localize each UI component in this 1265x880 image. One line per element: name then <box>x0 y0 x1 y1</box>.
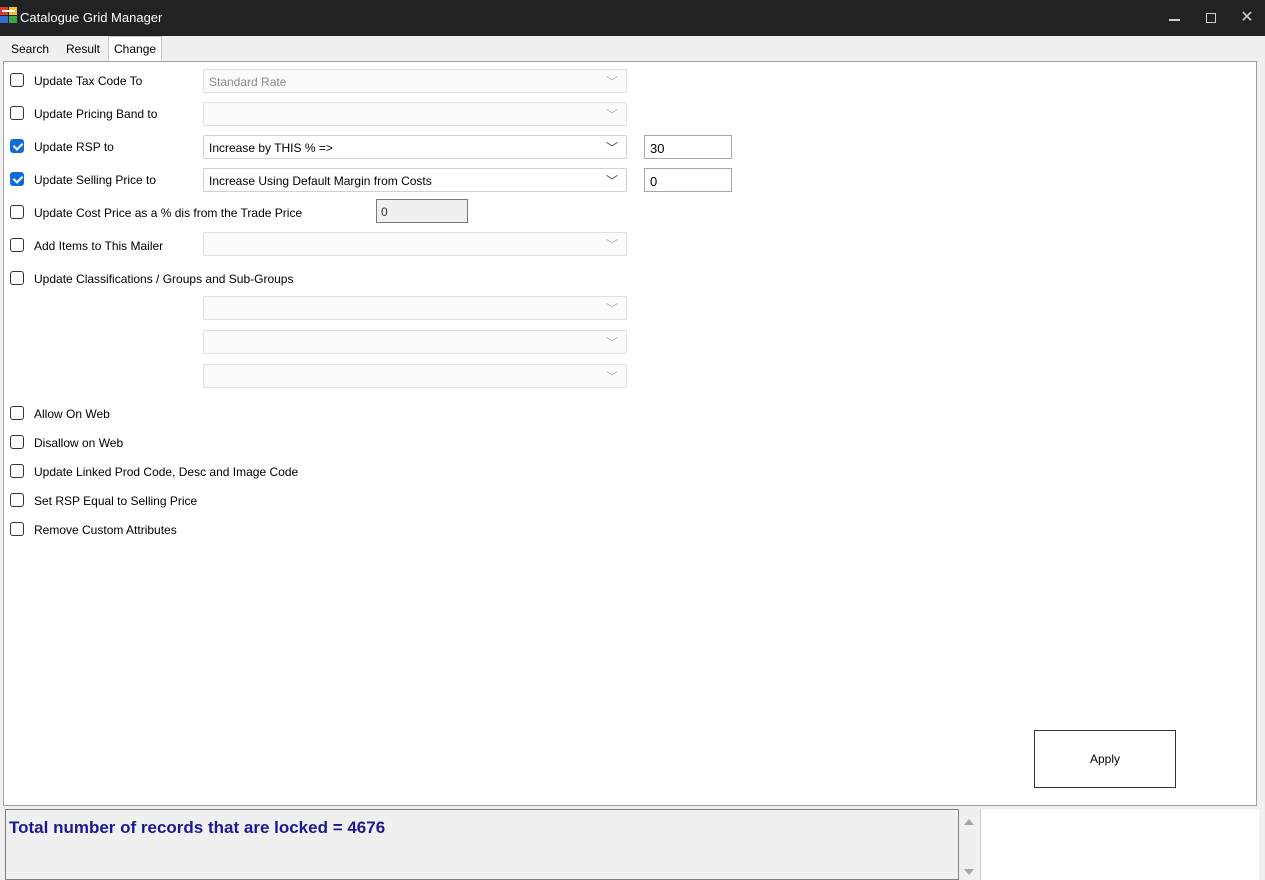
rsp-percent-input[interactable]: 30 <box>644 135 732 159</box>
cost-price-checkbox[interactable] <box>10 205 24 219</box>
tab-result[interactable]: Result <box>61 39 105 61</box>
selling-price-select[interactable]: Increase Using Default Margin from Costs… <box>203 168 627 192</box>
linked-prod-checkbox[interactable] <box>10 464 24 478</box>
chevron-down-icon: ﹀ <box>605 336 618 350</box>
window-title: Catalogue Grid Manager <box>20 10 163 25</box>
maximize-icon <box>1206 13 1216 23</box>
chevron-down-icon: ﹀ <box>605 238 618 252</box>
tax-code-value: Standard Rate <box>209 75 287 89</box>
chevron-down-icon: ﹀ <box>605 141 618 155</box>
pricing-band-label: Update Pricing Band to <box>34 107 158 121</box>
rsp-equal-checkbox[interactable] <box>10 493 24 507</box>
status-box: Total number of records that are locked … <box>5 809 959 880</box>
remove-attrs-checkbox[interactable] <box>10 522 24 536</box>
mailer-select[interactable]: ﹀ <box>203 232 627 256</box>
remove-attrs-label: Remove Custom Attributes <box>34 523 177 537</box>
disallow-web-checkbox[interactable] <box>10 435 24 449</box>
locked-records-message: Total number of records that are locked … <box>9 818 386 837</box>
pricing-band-checkbox[interactable] <box>10 106 24 120</box>
status-scrollbar[interactable] <box>959 809 979 880</box>
selling-price-input-value: 0 <box>650 174 658 189</box>
scroll-down-icon[interactable] <box>964 869 974 875</box>
maximize-button[interactable] <box>1193 0 1229 36</box>
app-icon <box>0 7 17 23</box>
classifications-checkbox[interactable] <box>10 271 24 285</box>
chevron-down-icon: ﹀ <box>605 302 618 316</box>
scroll-up-icon[interactable] <box>964 819 974 825</box>
allow-web-checkbox[interactable] <box>10 406 24 420</box>
title-bar: Catalogue Grid Manager ✕ <box>0 0 1265 36</box>
rsp-equal-label: Set RSP Equal to Selling Price <box>34 494 198 508</box>
rsp-checkbox[interactable] <box>10 139 24 153</box>
selling-price-value: Increase Using Default Margin from Costs <box>209 174 432 188</box>
classifications-label: Update Classifications / Groups and Sub-… <box>34 272 294 286</box>
rsp-value: Increase by THIS % => <box>209 141 333 155</box>
selling-price-label: Update Selling Price to <box>34 173 157 187</box>
allow-web-label: Allow On Web <box>34 407 110 421</box>
close-button[interactable]: ✕ <box>1229 0 1265 36</box>
sub-group-select[interactable]: ﹀ <box>203 364 627 388</box>
mailer-checkbox[interactable] <box>10 238 24 252</box>
disallow-web-label: Disallow on Web <box>34 436 124 450</box>
tab-change[interactable]: Change <box>108 36 163 62</box>
minimize-button[interactable] <box>1157 0 1193 36</box>
cost-price-label: Update Cost Price as a % dis from the Tr… <box>34 206 303 220</box>
selling-price-input[interactable]: 0 <box>644 168 732 192</box>
tab-strip: Search Result Change <box>0 36 1265 62</box>
close-icon: ✕ <box>1240 9 1254 26</box>
tab-search[interactable]: Search <box>6 39 54 61</box>
tax-code-select[interactable]: Standard Rate ﹀ <box>203 69 627 93</box>
chevron-down-icon: ﹀ <box>605 108 618 122</box>
chevron-down-icon: ﹀ <box>605 75 618 89</box>
rsp-select[interactable]: Increase by THIS % => ﹀ <box>203 135 627 159</box>
selling-price-checkbox[interactable] <box>10 172 24 186</box>
chevron-down-icon: ﹀ <box>605 174 618 188</box>
minimize-icon <box>1169 19 1180 21</box>
mailer-label: Add Items to This Mailer <box>34 239 164 253</box>
rsp-label: Update RSP to <box>34 140 114 154</box>
status-side-area <box>980 809 1259 880</box>
group-select[interactable]: ﹀ <box>203 330 627 354</box>
cost-price-input[interactable]: 0 <box>376 199 468 223</box>
tax-code-label: Update Tax Code To <box>34 74 143 88</box>
rsp-percent-value: 30 <box>650 141 665 156</box>
cost-price-input-value: 0 <box>381 205 388 219</box>
classification-select[interactable]: ﹀ <box>203 296 627 320</box>
chevron-down-icon: ﹀ <box>605 370 618 384</box>
change-panel: Update Tax Code To Standard Rate ﹀ Updat… <box>3 61 1257 806</box>
linked-prod-label: Update Linked Prod Code, Desc and Image … <box>34 465 299 479</box>
tax-code-checkbox[interactable] <box>10 73 24 87</box>
apply-button[interactable]: Apply <box>1034 730 1176 788</box>
pricing-band-select[interactable]: ﹀ <box>203 102 627 126</box>
